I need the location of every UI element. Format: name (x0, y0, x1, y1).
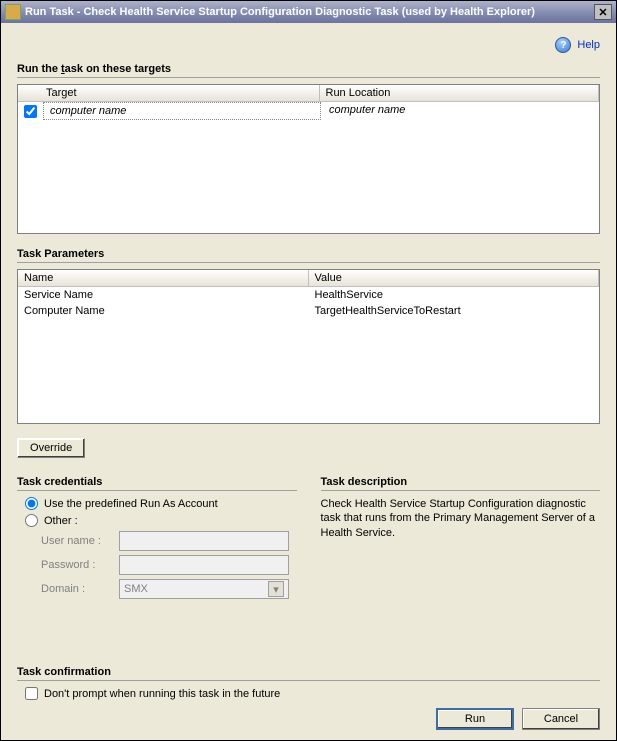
override-button[interactable]: Override (17, 438, 85, 458)
params-col-value[interactable]: Value (309, 270, 600, 286)
cancel-button[interactable]: Cancel (522, 708, 600, 730)
title-bar: Run Task - Check Health Service Startup … (1, 1, 616, 23)
targets-col-location[interactable]: Run Location (320, 85, 600, 101)
username-field (119, 531, 289, 551)
other-radio[interactable] (25, 514, 38, 527)
other-label: Other : (44, 515, 78, 527)
username-label: User name : (41, 535, 113, 547)
table-row[interactable]: Computer Name TargetHealthServiceToResta… (18, 303, 599, 319)
dont-prompt-label: Don't prompt when running this task in t… (44, 688, 280, 700)
target-name-cell: computer name (43, 102, 321, 120)
window-title: Run Task - Check Health Service Startup … (25, 6, 594, 18)
param-name-cell: Computer Name (18, 303, 309, 319)
help-link[interactable]: Help (577, 39, 600, 51)
domain-label: Domain : (41, 583, 113, 595)
targets-col-target[interactable]: Target (40, 85, 320, 101)
targets-table: Target Run Location computer name comput… (17, 84, 600, 234)
credentials-section-label: Task credentials (17, 476, 297, 491)
params-section-label: Task Parameters (17, 248, 600, 263)
description-section-label: Task description (321, 476, 601, 491)
password-label: Password : (41, 559, 113, 571)
confirmation-section-label: Task confirmation (17, 666, 600, 681)
predefined-label: Use the predefined Run As Account (44, 498, 218, 510)
param-name-cell: Service Name (18, 287, 309, 303)
description-text: Check Health Service Startup Configurati… (321, 497, 601, 540)
target-checkbox[interactable] (24, 105, 37, 118)
predefined-radio[interactable] (25, 497, 38, 510)
help-icon[interactable]: ? (555, 37, 571, 53)
params-col-name[interactable]: Name (18, 270, 309, 286)
chevron-down-icon: ▾ (268, 581, 284, 597)
dont-prompt-checkbox[interactable] (25, 687, 38, 700)
domain-value: SMX (124, 583, 148, 595)
target-location-cell: computer name (323, 102, 599, 120)
app-icon (5, 4, 21, 20)
param-value-cell: TargetHealthServiceToRestart (309, 303, 600, 319)
table-row[interactable]: Service Name HealthService (18, 287, 599, 303)
targets-section-label: Run the task on these targets (17, 63, 600, 78)
table-row[interactable]: computer name computer name (18, 102, 599, 120)
domain-select: SMX ▾ (119, 579, 289, 599)
password-field (119, 555, 289, 575)
param-value-cell: HealthService (309, 287, 600, 303)
close-button[interactable]: ✕ (594, 4, 612, 20)
params-table: Name Value Service Name HealthService Co… (17, 269, 600, 424)
run-button[interactable]: Run (436, 708, 514, 730)
